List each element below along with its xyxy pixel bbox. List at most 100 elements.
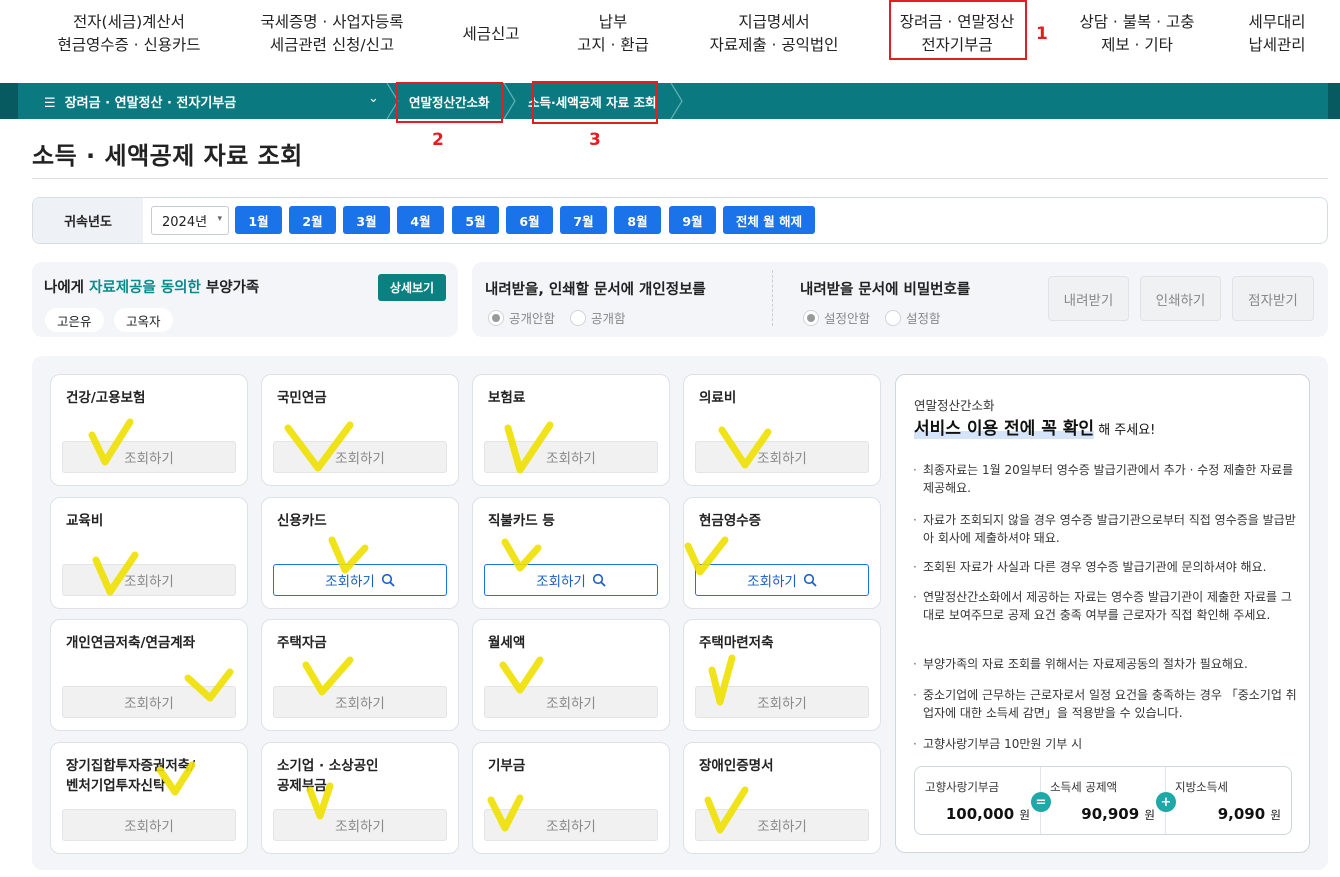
lookup-button-label: 조회하기 — [747, 574, 797, 590]
lookup-button: 조회하기 — [62, 686, 236, 718]
deduction-card: 직불카드 등 조회하기 — [472, 497, 670, 609]
dependents-panel: 나에게 자료제공을 동의한 부양가족 상세보기 고은유 고옥자 — [32, 262, 458, 337]
nav-label: 자료제출 · 공익법인 — [709, 36, 839, 54]
download-button[interactable]: 내려받기 — [1048, 276, 1129, 321]
deduction-card-title: 현금영수증 — [699, 513, 762, 529]
chevron-down-icon[interactable]: ⌄ — [368, 91, 379, 106]
calc-amount: 100,000 — [945, 805, 1015, 823]
nav-label: 제보 · 기타 — [1101, 36, 1173, 54]
deduction-card: 신용카드 조회하기 — [261, 497, 459, 609]
deduction-card: 교육비 조회하기 — [50, 497, 248, 609]
notice-bullet: 부양가족의 자료 조회를 위해서는 자료제공동의 절차가 필요해요. — [913, 655, 1299, 673]
notice-bullet: 고향사랑기부금 10만원 기부 시 — [913, 735, 1299, 753]
deduction-card: 장기집합투자증권저축/ 벤처기업투자신탁 조회하기 — [50, 742, 248, 854]
privacy-radio-hide[interactable]: 공개안함 — [488, 308, 555, 327]
nav-tax-agent[interactable]: 세무대리납세관리 — [1234, 8, 1320, 60]
breadcrumb-separator-icon — [503, 83, 516, 119]
calc-income-tax: 소득세 공제액 90,909 원 — [1040, 767, 1165, 834]
dependents-detail-button[interactable]: 상세보기 — [378, 274, 446, 301]
password-radio-none[interactable]: 설정안함 — [803, 308, 870, 327]
deduction-card: 현금영수증조회하기 — [683, 497, 881, 609]
month-button-6[interactable]: 6월 — [506, 206, 553, 234]
calc-label: 고향사랑기부금 — [925, 780, 1000, 794]
lookup-button: 조회하기 — [484, 441, 658, 473]
search-icon — [592, 573, 606, 587]
braille-button[interactable]: 점자받기 — [1232, 276, 1314, 321]
deduction-card-title: 국민연금 — [277, 390, 327, 406]
calc-value: 100,000 원 — [946, 805, 1030, 823]
plus-icon: + — [1156, 792, 1176, 812]
lookup-button: 조회하기 — [695, 809, 869, 841]
divider — [32, 178, 1328, 179]
lookup-button[interactable]: 조회하기 — [484, 564, 658, 596]
notice-bullet-text: 부양가족의 자료 조회를 위해서는 자료제공동의 절차가 필요해요. — [923, 657, 1248, 671]
month-button-7[interactable]: 7월 — [560, 206, 607, 234]
deduction-card-title: 주택자금 — [277, 635, 327, 651]
annotation-box-3 — [532, 81, 658, 124]
month-button-3[interactable]: 3월 — [343, 206, 390, 234]
notice-bullet: 최종자료는 1월 20일부터 영수증 발급기관에서 추가 · 수정 제출한 자료… — [913, 461, 1299, 497]
password-radio-set[interactable]: 설정함 — [885, 308, 941, 327]
nav-label: 납세관리 — [1248, 36, 1306, 54]
lookup-button-label: 조회하기 — [124, 819, 174, 835]
privacy-radio-show[interactable]: 공개함 — [570, 308, 626, 327]
notice-bullet-text: 중소기업에 근무하는 근로자로서 일정 요건을 충족하는 경우 「중소기업 취업… — [923, 688, 1297, 720]
lookup-button: 조회하기 — [484, 686, 658, 718]
lookup-button: 조회하기 — [484, 809, 658, 841]
calc-value: 9,090 원 — [1218, 805, 1281, 823]
deduction-card-title: 소기업 · 소상공인 공제부금 — [277, 758, 379, 794]
lookup-button: 조회하기 — [62, 809, 236, 841]
nav-tax-report[interactable]: 세금신고 — [451, 8, 531, 60]
chevron-down-icon: ▾ — [217, 214, 222, 224]
donation-calc-table: 고향사랑기부금 100,000 원 소득세 공제액 90,909 원 지방소득세 9,… — [914, 766, 1292, 835]
nav-certificate[interactable]: 국세증명 · 사업자등록 세금관련 신청/신고 — [243, 8, 421, 60]
search-icon — [381, 573, 395, 587]
calc-unit: 원 — [1270, 808, 1281, 822]
lookup-button: 조회하기 — [695, 441, 869, 473]
notice-bullet: 연말정산간소화에서 제공하는 자료는 영수증 발급기관이 제출한 자료를 그대로… — [913, 588, 1299, 624]
calc-label: 소득세 공제액 — [1050, 780, 1118, 794]
lookup-button[interactable]: 조회하기 — [695, 564, 869, 596]
nav-payment[interactable]: 납부 고지 · 환급 — [563, 8, 663, 60]
lookup-button-label: 조회하기 — [124, 574, 174, 590]
lookup-button: 조회하기 — [62, 441, 236, 473]
lookup-button: 조회하기 — [62, 564, 236, 596]
lookup-button[interactable]: 조회하기 — [273, 564, 447, 596]
deduction-card: 월세액 조회하기 — [472, 619, 670, 731]
dependents-title: 나에게 자료제공을 동의한 부양가족 — [44, 276, 259, 297]
breadcrumb-menu-button[interactable]: ☰ 장려금 · 연말정산 · 전자기부금 — [44, 92, 236, 111]
top-navigation: 전자(세금)계산서 현금영수증 · 신용카드 국세증명 · 사업자등록 세금관련 신… — [0, 0, 1340, 84]
nav-withholding[interactable]: 지급명세서자료제출 · 공익법인 — [694, 8, 854, 60]
month-button-2[interactable]: 2월 — [289, 206, 336, 234]
search-icon — [803, 573, 817, 587]
notice-headline: 서비스 이용 전에 꼭 확인 해 주세요! — [914, 414, 1155, 439]
month-button-1[interactable]: 1월 — [235, 206, 282, 234]
annotation-box-1 — [889, 0, 1027, 60]
lookup-button-label: 조회하기 — [757, 451, 807, 467]
deduction-card: 국민연금 조회하기 — [261, 374, 459, 486]
nav-e-invoice[interactable]: 전자(세금)계산서 현금영수증 · 신용카드 — [38, 8, 220, 60]
nav-label: 세무대리 — [1248, 13, 1306, 31]
annotation-box-2 — [396, 82, 503, 123]
lookup-button-label: 조회하기 — [757, 696, 807, 712]
lookup-button-label: 조회하기 — [335, 819, 385, 835]
print-button[interactable]: 인쇄하기 — [1140, 276, 1221, 321]
month-button-4[interactable]: 4월 — [397, 206, 444, 234]
deduction-card: 주택마련저축 조회하기 — [683, 619, 881, 731]
month-button-5[interactable]: 5월 — [452, 206, 499, 234]
radio-icon — [885, 309, 901, 326]
lookup-button-label: 조회하기 — [757, 819, 807, 835]
year-filter-label: 귀속년도 — [33, 198, 143, 243]
notice-subtitle: 연말정산간소화 — [914, 398, 995, 413]
calc-amount: 9,090 — [1217, 805, 1266, 823]
clear-all-months-button[interactable]: 전체 월 해제 — [723, 206, 815, 234]
calc-local-tax: 지방소득세 9,090 원 — [1165, 767, 1291, 834]
month-button-8[interactable]: 8월 — [614, 206, 661, 234]
nav-label: 지급명세서 — [738, 13, 810, 31]
month-button-9[interactable]: 9월 — [669, 206, 716, 234]
notice-bullet-text: 자료가 조회되지 않을 경우 영수증 발급기관으로부터 직접 영수증을 발급받아… — [923, 513, 1296, 545]
nav-consult[interactable]: 상담 · 불복 · 고충제보 · 기타 — [1062, 8, 1212, 60]
radio-label: 공개함 — [591, 311, 626, 326]
nav-label: 상담 · 불복 · 고충 — [1079, 13, 1195, 31]
year-select[interactable]: 2024년 ▾ — [151, 206, 229, 235]
